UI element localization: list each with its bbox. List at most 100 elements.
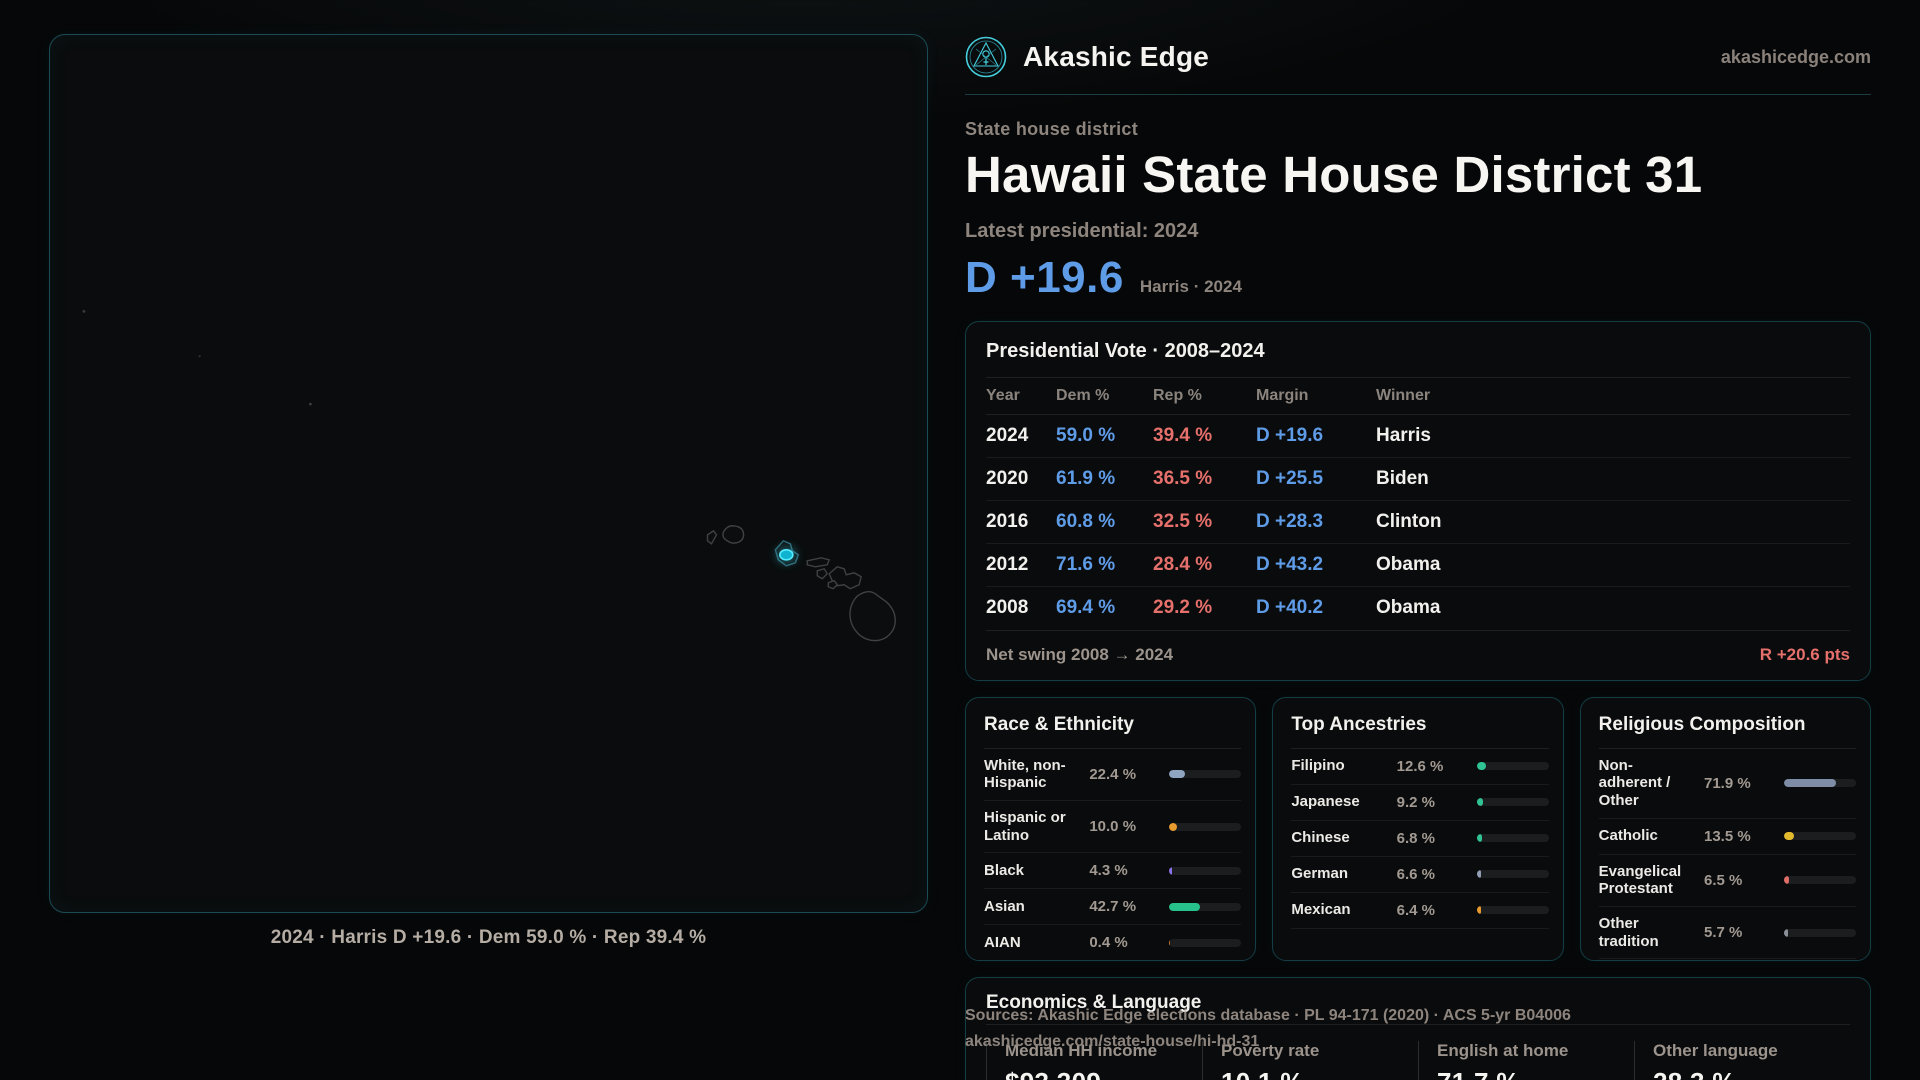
econ-stat-value: 28.3 % [1653, 1067, 1850, 1080]
stat-value: 6.5 % [1704, 872, 1776, 889]
stat-value: 42.7 % [1089, 898, 1161, 915]
hawaii-map [50, 35, 927, 912]
island-lanai [817, 569, 827, 579]
stat-value: 22.4 % [1089, 766, 1161, 783]
island-molokai [807, 558, 829, 567]
stat-row: LDS 3.2 % [1599, 959, 1856, 960]
stat-label: German [1291, 865, 1388, 883]
cell-winner: Clinton [1376, 511, 1850, 533]
map-caption: 2024 · Harris D +19.6 · Dem 59.0 % · Rep… [49, 927, 928, 949]
cell-winner: Harris [1376, 425, 1850, 447]
stat-row: White, non-Hispanic 22.4 % [984, 749, 1241, 801]
stat-row: AIAN 0.4 % [984, 925, 1241, 960]
stat-label: Asian [984, 898, 1081, 916]
cell-winner: Obama [1376, 554, 1850, 576]
col-winner: Winner [1376, 387, 1850, 405]
stat-bar [1477, 762, 1549, 770]
stat-bar [1784, 929, 1856, 937]
stat-value: 6.8 % [1397, 830, 1469, 847]
brand-header: Akashic Edge akashicedge.com [965, 34, 1871, 80]
stat-bar [1784, 876, 1856, 884]
stat-bar [1477, 834, 1549, 842]
stat-row: Hispanic or Latino 10.0 % [984, 801, 1241, 853]
stat-bar [1477, 870, 1549, 878]
econ-stat-value: 71.7 % [1437, 1067, 1634, 1080]
col-dem: Dem % [1056, 387, 1153, 405]
stat-row: Other tradition 5.7 % [1599, 907, 1856, 959]
stat-value: 4.3 % [1089, 862, 1161, 879]
stat-label: White, non-Hispanic [984, 757, 1081, 792]
col-rep: Rep % [1153, 387, 1256, 405]
cell-winner: Obama [1376, 597, 1850, 619]
permalink-line[interactable]: akashicedge.com/state-house/hi-hd-31 [965, 1029, 1571, 1055]
brand-name: Akashic Edge [1023, 41, 1209, 73]
stat-bar-fill [1784, 876, 1789, 884]
stat-bar-fill [1477, 762, 1486, 770]
ancestry-panel-title: Top Ancestries [1291, 714, 1548, 749]
race-ethnicity-panel: Race & Ethnicity White, non-Hispanic 22.… [965, 697, 1256, 961]
district-31-highlight[interactable] [780, 550, 793, 560]
vote-panel-title: Presidential Vote · 2008–2024 [986, 340, 1850, 377]
vote-table-header: Year Dem % Rep % Margin Winner [986, 377, 1850, 415]
cell-margin: D +19.6 [1256, 425, 1376, 447]
econ-stat: Other language 28.3 % [1634, 1041, 1850, 1080]
vote-table-row: 2008 69.4 % 29.2 % D +40.2 Obama [986, 587, 1850, 630]
stat-value: 13.5 % [1704, 828, 1776, 845]
cell-year: 2008 [986, 597, 1056, 619]
stat-label: AIAN [984, 934, 1081, 952]
stat-bar-fill [1169, 867, 1172, 875]
headline-margin-note: Harris · 2024 [1140, 277, 1242, 297]
stat-bar-fill [1477, 798, 1484, 806]
stat-bar-fill [1477, 834, 1482, 842]
header-divider [965, 94, 1871, 95]
stat-bar-fill [1169, 770, 1185, 778]
stat-bar-fill [1477, 906, 1482, 914]
stat-row: Mexican 6.4 % [1291, 893, 1548, 929]
akashic-edge-logo-icon [965, 36, 1007, 78]
cell-rep-pct: 29.2 % [1153, 597, 1256, 619]
stat-bar [1784, 832, 1856, 840]
map-column: 2024 · Harris D +19.6 · Dem 59.0 % · Rep… [49, 34, 928, 1080]
district-map-panel[interactable] [49, 34, 928, 913]
stat-bar-fill [1169, 903, 1200, 911]
net-swing-value: R +20.6 pts [1760, 645, 1850, 665]
cell-dem-pct: 61.9 % [1056, 468, 1153, 490]
island-niihau [708, 531, 717, 544]
stat-bar [1477, 906, 1549, 914]
cell-margin: D +25.5 [1256, 468, 1376, 490]
page-title: Hawaii State House District 31 [965, 148, 1871, 202]
cell-margin: D +40.2 [1256, 597, 1376, 619]
cell-dem-pct: 60.8 % [1056, 511, 1153, 533]
stat-value: 5.7 % [1704, 924, 1776, 941]
stat-bar-fill [1477, 870, 1482, 878]
col-year: Year [986, 387, 1056, 405]
top-ancestries-panel: Top Ancestries Filipino 12.6 % Japanese … [1272, 697, 1563, 961]
stat-row: Filipino 12.6 % [1291, 749, 1548, 785]
stat-label: Mexican [1291, 901, 1388, 919]
island-kauai [723, 526, 744, 543]
cell-dem-pct: 59.0 % [1056, 425, 1153, 447]
cell-margin: D +43.2 [1256, 554, 1376, 576]
island-kahoolawe [828, 581, 837, 589]
stat-bar-fill [1169, 823, 1176, 831]
econ-stat-label: Other language [1653, 1041, 1850, 1061]
brand-domain-link[interactable]: akashicedge.com [1721, 47, 1871, 68]
stat-bar [1169, 939, 1241, 947]
econ-stat-value: 10.1 % [1221, 1067, 1418, 1080]
stat-label: Filipino [1291, 757, 1388, 775]
stat-bar [1169, 903, 1241, 911]
vote-table-body: 2024 59.0 % 39.4 % D +19.6 Harris 2020 6… [986, 415, 1850, 630]
stat-bar [1169, 770, 1241, 778]
cell-rep-pct: 32.5 % [1153, 511, 1256, 533]
stat-row: Catholic 13.5 % [1599, 819, 1856, 855]
stat-bar-fill [1169, 939, 1170, 947]
col-margin: Margin [1256, 387, 1376, 405]
stat-row: Japanese 9.2 % [1291, 785, 1548, 821]
nw-islet-speck [199, 355, 201, 357]
stat-bar-fill [1784, 832, 1794, 840]
stat-row: German 6.6 % [1291, 857, 1548, 893]
econ-stat-value: $93,309 [1005, 1067, 1202, 1080]
race-panel-title: Race & Ethnicity [984, 714, 1241, 749]
ancestry-rows: Filipino 12.6 % Japanese 9.2 % Chinese 6… [1291, 749, 1548, 929]
stat-bar-fill [1784, 779, 1836, 787]
